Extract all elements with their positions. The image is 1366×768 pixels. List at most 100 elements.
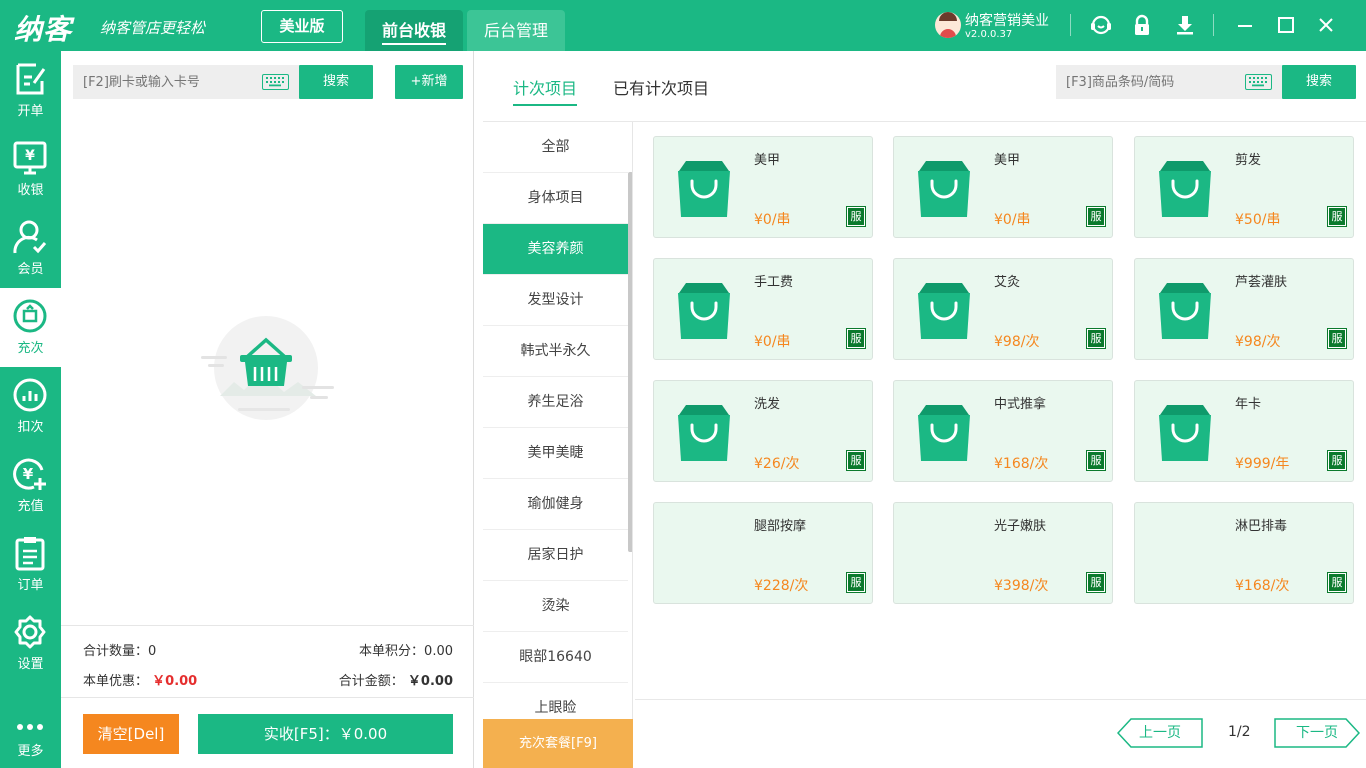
category-perm-dye[interactable]: 烫染 — [483, 581, 628, 632]
product-card[interactable]: 美甲 ¥0/串 服 — [653, 136, 873, 238]
minimize-icon[interactable] — [1233, 13, 1257, 37]
title-bar: 纳客 纳客管店更轻松 美业版 前台收银 后台管理 纳客营销美业 v2.0.0.3… — [0, 0, 1366, 51]
sidebar-item-open-order[interactable]: 开单 — [0, 51, 61, 130]
package-button[interactable]: 充次套餐[F9] — [483, 719, 633, 768]
member-search-button[interactable]: 搜索 — [299, 65, 373, 99]
divider — [1070, 14, 1071, 36]
shopping-bag-icon — [918, 161, 970, 217]
maximize-icon[interactable] — [1274, 13, 1298, 37]
goods-search-button[interactable]: 搜索 — [1282, 65, 1356, 99]
category-list: 全部 身体项目 美容养颜 发型设计 韩式半永久 养生足浴 美甲美睫 瑜伽健身 居… — [483, 122, 633, 768]
sidebar-item-topup[interactable]: ¥ 充值 — [0, 446, 61, 525]
sidebar-item-deduct[interactable]: 扣次 — [0, 367, 61, 446]
tab-existing-times-items[interactable]: 已有计次项目 — [613, 75, 709, 99]
product-card[interactable]: 中式推拿 ¥168/次 服 — [893, 380, 1113, 482]
member-icon — [13, 220, 47, 254]
clear-button[interactable]: 清空[Del] — [83, 714, 179, 754]
order-discount: 本单优惠： ￥0.00 — [83, 670, 197, 689]
order-total-value: ￥0.00 — [407, 674, 453, 689]
svg-text:¥: ¥ — [25, 148, 35, 164]
support-icon[interactable] — [1089, 13, 1113, 37]
product-price: ¥0/串 — [994, 212, 1031, 228]
sidebar-item-order[interactable]: 订单 — [0, 525, 61, 604]
category-foot-bath[interactable]: 养生足浴 — [483, 377, 628, 428]
category-all[interactable]: 全部 — [483, 122, 628, 173]
page-indicator: 1/2 — [1228, 724, 1251, 740]
order-total: 合计金额： ￥0.00 — [339, 670, 453, 689]
product-name: 手工费 — [754, 275, 794, 290]
download-icon[interactable] — [1173, 13, 1197, 37]
shopping-bag-icon — [1159, 405, 1211, 461]
order-discount-label: 本单优惠： — [83, 674, 149, 689]
product-price: ¥0/串 — [754, 212, 791, 228]
total-count: 合计数量：0 — [83, 640, 156, 659]
product-price: ¥168/次 — [1235, 578, 1290, 594]
product-card[interactable]: 光子嫩肤 ¥398/次 服 — [893, 502, 1113, 604]
category-yoga-fitness[interactable]: 瑜伽健身 — [483, 479, 628, 530]
product-name: 光子嫩肤 — [994, 519, 1047, 534]
product-card[interactable]: 艾灸 ¥98/次 服 — [893, 258, 1113, 360]
sidebar-item-member[interactable]: 会员 — [0, 209, 61, 288]
service-badge: 服 — [846, 328, 866, 349]
sidebar-item-label: 更多 — [17, 744, 44, 759]
shopping-bag-icon — [1159, 283, 1211, 339]
service-badge: 服 — [846, 206, 866, 227]
next-page-button[interactable]: 下一页 — [1274, 718, 1360, 748]
tab-times-items[interactable]: 计次项目 — [513, 75, 578, 106]
category-body[interactable]: 身体项目 — [483, 173, 628, 224]
sidebar-item-settings[interactable]: 设置 — [0, 604, 61, 683]
shopping-bag-icon — [678, 283, 730, 339]
category-hair-design[interactable]: 发型设计 — [483, 275, 628, 326]
total-count-label: 合计数量： — [83, 644, 149, 659]
prev-page-label: 上一页 — [1139, 725, 1181, 741]
lock-icon[interactable] — [1130, 13, 1154, 37]
category-scrollbar[interactable] — [628, 172, 632, 552]
sidebar: 开单 ¥ 收银 会员 充次 扣次 ¥ 充值 订单 设置 更多 — [0, 51, 61, 768]
keyboard-icon[interactable] — [1245, 74, 1272, 90]
product-price: ¥26/次 — [754, 456, 800, 472]
sidebar-item-label: 充次 — [17, 341, 44, 356]
svg-text:¥: ¥ — [23, 465, 34, 483]
category-home-care[interactable]: 居家日护 — [483, 530, 628, 581]
tab-front-desk[interactable]: 前台收银 — [365, 10, 463, 51]
category-nail-lash[interactable]: 美甲美睫 — [483, 428, 628, 479]
shopping-bag-icon — [918, 283, 970, 339]
service-badge: 服 — [1327, 450, 1347, 471]
product-name: 剪发 — [1235, 153, 1262, 168]
service-badge: 服 — [1327, 572, 1347, 593]
sidebar-item-recharge-times[interactable]: 充次 — [0, 288, 61, 367]
sidebar-item-label: 订单 — [17, 578, 44, 593]
sidebar-item-cashier[interactable]: ¥ 收银 — [0, 130, 61, 209]
category-beauty[interactable]: 美容养颜 — [483, 224, 628, 275]
brand-slogan: 纳客管店更轻松 — [100, 19, 206, 37]
more-icon — [17, 724, 43, 730]
product-card[interactable]: 手工费 ¥0/串 服 — [653, 258, 873, 360]
tab-backend[interactable]: 后台管理 — [467, 10, 565, 51]
add-member-button[interactable]: +新增 — [395, 65, 463, 99]
product-name: 年卡 — [1235, 397, 1262, 412]
prev-page-button[interactable]: 上一页 — [1117, 718, 1203, 748]
sidebar-item-label: 充值 — [17, 499, 44, 514]
product-card[interactable]: 腿部按摩 ¥228/次 服 — [653, 502, 873, 604]
edition-button[interactable]: 美业版 — [261, 10, 343, 43]
product-panel: 计次项目 已有计次项目 搜索 全部 身体项目 美容养颜 发型设计 韩式半永久 养… — [483, 51, 1366, 768]
edit-icon — [16, 63, 46, 95]
pay-button[interactable]: 实收[F5]：￥0.00 — [198, 714, 453, 754]
product-card[interactable]: 剪发 ¥50/串 服 — [1134, 136, 1354, 238]
sidebar-item-more[interactable]: 更多 — [0, 689, 61, 768]
product-card[interactable]: 淋巴排毒 ¥168/次 服 — [1134, 502, 1354, 604]
shopping-bag-icon — [678, 161, 730, 217]
category-eye[interactable]: 眼部16640 — [483, 632, 628, 683]
category-korean-semi-permanent[interactable]: 韩式半永久 — [483, 326, 628, 377]
shopping-bag-icon — [918, 405, 970, 461]
product-card[interactable]: 洗发 ¥26/次 服 — [653, 380, 873, 482]
total-count-value: 0 — [148, 644, 157, 659]
close-icon[interactable] — [1314, 13, 1338, 37]
deduct-icon — [13, 378, 47, 412]
product-name: 美甲 — [994, 153, 1021, 168]
keyboard-icon[interactable] — [262, 74, 289, 90]
product-card[interactable]: 芦荟灌肤 ¥98/次 服 — [1134, 258, 1354, 360]
product-card[interactable]: 美甲 ¥0/串 服 — [893, 136, 1113, 238]
product-card[interactable]: 年卡 ¥999/年 服 — [1134, 380, 1354, 482]
product-price: ¥50/串 — [1235, 212, 1281, 228]
